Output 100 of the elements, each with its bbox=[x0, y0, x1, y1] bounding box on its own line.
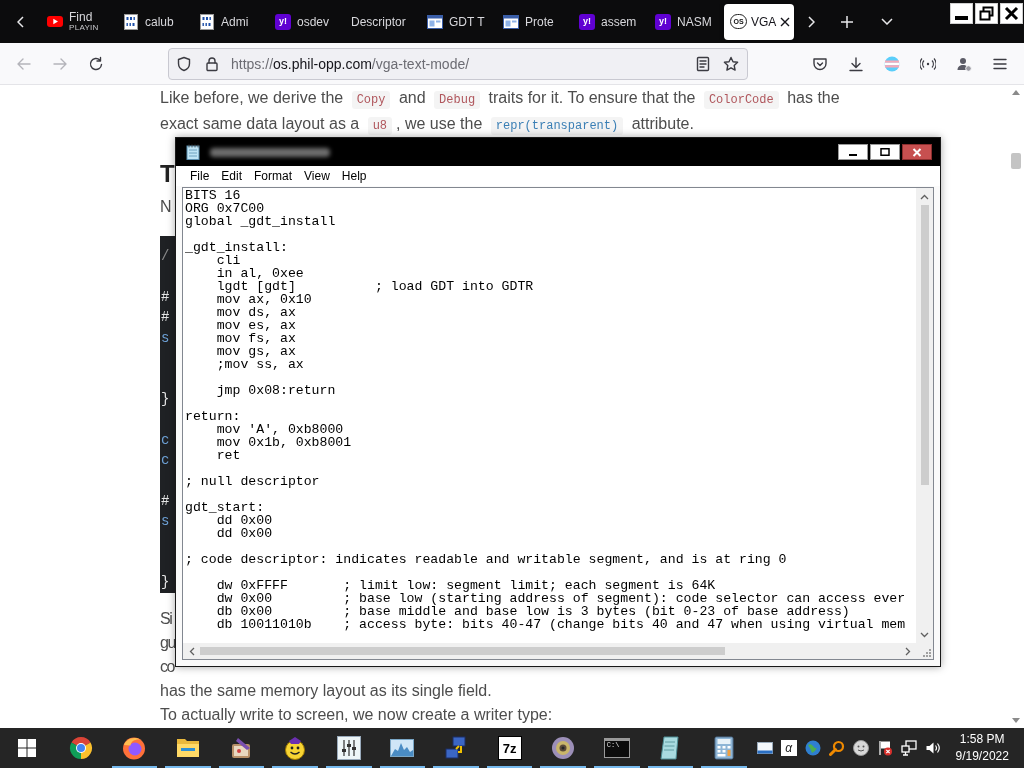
binary-file-icon bbox=[199, 13, 215, 30]
letter-logo-icon: y! bbox=[655, 13, 671, 30]
network-icon[interactable] bbox=[900, 740, 917, 756]
scrollbar-thumb[interactable] bbox=[1011, 153, 1021, 169]
menu-item[interactable]: File bbox=[184, 166, 216, 186]
text-fragment: N bbox=[160, 197, 172, 217]
chevron-left-icon[interactable] bbox=[16, 15, 24, 28]
area-chart-icon[interactable] bbox=[390, 739, 415, 757]
smiley-icon[interactable] bbox=[283, 736, 308, 760]
smiley-icon[interactable] bbox=[852, 740, 869, 756]
browser-tab[interactable]: GDT T bbox=[420, 3, 496, 40]
globe-icon[interactable] bbox=[804, 740, 821, 756]
pocket-icon[interactable] bbox=[812, 55, 828, 72]
minimize-button[interactable] bbox=[950, 3, 973, 24]
code-link[interactable]: repr(transparent) bbox=[490, 117, 624, 135]
disc-icon[interactable] bbox=[551, 736, 576, 760]
window-icon bbox=[427, 14, 443, 29]
code-fragment: s bbox=[161, 329, 170, 346]
restore-button[interactable] bbox=[975, 3, 998, 24]
calculator-icon[interactable] bbox=[713, 736, 734, 760]
flag-x-icon[interactable] bbox=[876, 740, 893, 756]
letter-logo-icon: y! bbox=[579, 13, 595, 30]
url-text: https://os.phil-opp.com/vga-text-mode/ bbox=[231, 55, 471, 72]
scroll-down-icon bbox=[920, 631, 929, 638]
scrollbar-thumb[interactable] bbox=[920, 205, 929, 485]
close-icon[interactable] bbox=[780, 16, 791, 27]
text-area[interactable]: BITS 16 ORG 0x7C00 global _gdt_install _gdt_install: cli in al, 0xee lgdt [gdt] ; load GDT into GDTR mov ax, 0x10 mov ds, ax mov es, ax mov fs, ax mov gs, ax ;mov ss, ax jmp 0x08:return return: mov 'A', 0xb8000 mov 0x1b, 0xb8001 ret ; null descriptor gdt_start: dd 0x00 dd 0x00 ; code descriptor: indicates readable and writable segment, and is at ring 0 dw 0xFFFF ; limit low: segment limit; each segment is 64K dw 0x00 ; base low (starting address of segment): code selector can access ever db 0x00 ; base middle and base low is 3 bytes (bit 0-23 of base address) db 10011010b ; access byte: bits 40-47 (change bits 40 and 47 when using virtual mem bbox=[183, 188, 916, 643]
plus-icon[interactable] bbox=[840, 14, 854, 29]
code-fragment: # bbox=[161, 288, 170, 305]
code-fragment: } bbox=[161, 390, 170, 407]
vertical-scrollbar[interactable] bbox=[916, 188, 933, 643]
menu-item[interactable]: Format bbox=[248, 166, 299, 186]
scroll-down-icon bbox=[1011, 717, 1021, 725]
profile-badge-icon[interactable] bbox=[956, 55, 972, 72]
letter-tile-icon[interactable]: α bbox=[780, 740, 797, 756]
speaker-icon[interactable] bbox=[924, 740, 941, 756]
code-fragment: / bbox=[161, 248, 170, 264]
shield-icon bbox=[176, 55, 192, 72]
browser-tab[interactable]: Descriptor bbox=[344, 3, 420, 40]
monitor-icon[interactable] bbox=[756, 742, 773, 754]
flame-globe-icon[interactable] bbox=[122, 736, 147, 760]
browser-tab[interactable]: y! NASM bbox=[648, 3, 724, 40]
reader-view-icon[interactable] bbox=[695, 55, 711, 72]
tricolor-circle-icon[interactable] bbox=[68, 736, 93, 760]
chevron-right-icon[interactable] bbox=[807, 15, 815, 28]
browser-tab[interactable]: Find PLAYIN bbox=[40, 3, 116, 40]
menu-icon[interactable] bbox=[993, 57, 1007, 70]
download-icon[interactable] bbox=[848, 55, 864, 72]
browser-tab[interactable]: y! assem bbox=[572, 3, 648, 40]
letter-logo-icon: y! bbox=[275, 13, 291, 30]
star-icon[interactable] bbox=[723, 55, 739, 72]
notepad-icon bbox=[186, 144, 200, 160]
maximize-icon bbox=[880, 148, 890, 156]
text-fragment: co bbox=[160, 657, 174, 677]
text-fragment: Si bbox=[160, 609, 172, 629]
network-computers-icon[interactable] bbox=[443, 736, 468, 760]
menu-item[interactable]: View bbox=[298, 166, 336, 186]
menu-item[interactable]: Help bbox=[335, 166, 373, 186]
paragraph: To actually write to screen, we now create a writer type: bbox=[160, 706, 553, 724]
minimize-icon bbox=[955, 16, 968, 20]
browser-tab[interactable]: Prote bbox=[496, 3, 572, 40]
reload-icon[interactable] bbox=[88, 55, 104, 72]
close-icon bbox=[912, 147, 922, 157]
browser-tab[interactable]: calub bbox=[116, 3, 192, 40]
horizontal-scrollbar[interactable] bbox=[183, 643, 916, 659]
lock-icon bbox=[204, 55, 220, 72]
window-icon bbox=[503, 14, 519, 29]
section-heading: T bbox=[160, 160, 175, 188]
scroll-left-icon bbox=[188, 646, 195, 656]
code-fragment: # bbox=[161, 309, 170, 326]
menu-item[interactable]: Edit bbox=[215, 166, 249, 186]
browser-tab[interactable]: Admi bbox=[192, 3, 268, 40]
binary-file-icon bbox=[123, 13, 139, 30]
paragraph: has the same memory layout as its single field. bbox=[160, 681, 492, 701]
close-button[interactable] bbox=[902, 144, 932, 160]
scrollbar-thumb[interactable] bbox=[200, 647, 725, 655]
code-fragment: c bbox=[161, 431, 170, 448]
letter-tile-icon[interactable]: 7z bbox=[497, 736, 522, 760]
close-icon bbox=[1004, 6, 1019, 21]
browser-tab[interactable]: y! osdev bbox=[268, 3, 344, 40]
minimize-button[interactable] bbox=[838, 144, 868, 160]
scroll-right-icon bbox=[904, 646, 911, 656]
start-menu-icon[interactable] bbox=[18, 739, 36, 757]
text-fragment: gu bbox=[160, 633, 175, 653]
code-fragment: c bbox=[161, 451, 170, 468]
paragraph: Like before, we derive the Copy and Debug traits for it. To ensure that the ColorCode has the exact same data layout as a u8 , we use the repr(transparent) attribute. bbox=[160, 88, 840, 137]
maximize-button[interactable] bbox=[870, 144, 900, 160]
code-fragment: s bbox=[161, 513, 170, 530]
code-fragment: } bbox=[161, 574, 170, 591]
sliders-icon[interactable] bbox=[336, 736, 361, 760]
folder-icon[interactable] bbox=[176, 739, 200, 757]
address-field[interactable]: https://os.phil-opp.com/vga-text-mode/ bbox=[168, 47, 748, 80]
broadcast-icon[interactable] bbox=[920, 57, 936, 70]
code-fragment: # bbox=[161, 492, 170, 509]
clock-time[interactable]: 1:58 PM bbox=[959, 731, 1005, 748]
clock-date[interactable]: 9/19/2022 bbox=[955, 748, 1009, 765]
magnifier-icon[interactable] bbox=[828, 740, 845, 756]
chevron-down-icon[interactable] bbox=[881, 18, 893, 25]
restore-icon bbox=[979, 6, 994, 21]
scroll-up-icon bbox=[920, 193, 929, 200]
